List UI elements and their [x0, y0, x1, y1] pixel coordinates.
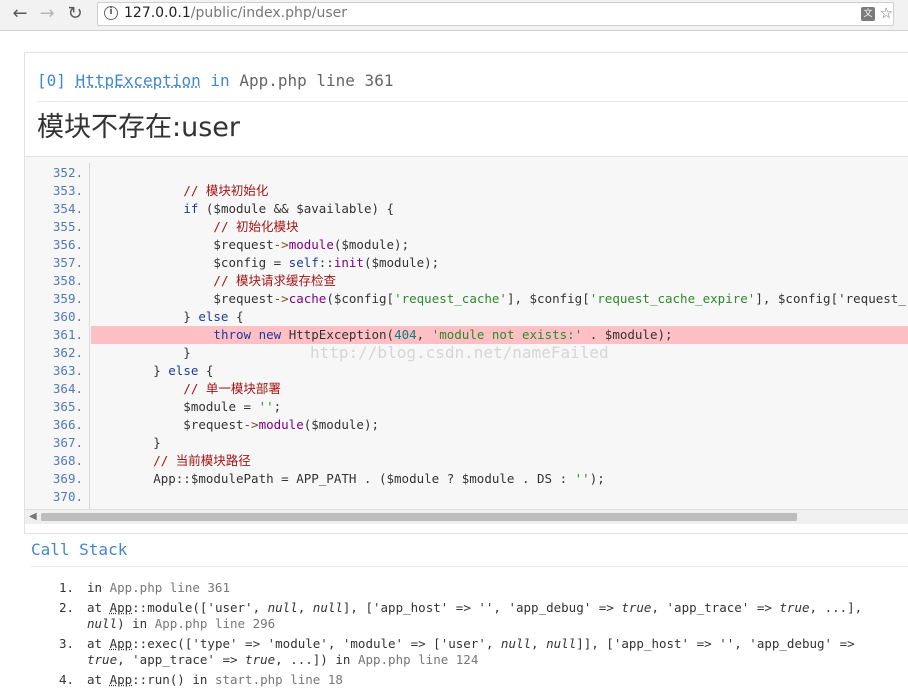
- exception-index: [0]: [37, 71, 66, 90]
- code-line: 363. } else {: [25, 362, 908, 380]
- url-host: 127.0.0.1: [124, 5, 191, 21]
- exception-message: 模块不存在:user: [37, 112, 240, 143]
- call-stack-number: 2.: [58, 600, 74, 615]
- line-number: 361.: [52, 327, 83, 342]
- star-icon[interactable]: ☆: [880, 4, 893, 22]
- code-text: // 模块初始化: [183, 183, 269, 198]
- line-number: 364.: [52, 381, 83, 396]
- code-line: 352.: [25, 164, 908, 182]
- line-number: 365.: [52, 399, 83, 414]
- code-line: 354. if ($module && $available) {: [25, 200, 908, 218]
- call-stack-title: Call Stack: [31, 540, 128, 559]
- forward-arrow-icon[interactable]: →: [36, 3, 58, 25]
- scroll-thumb[interactable]: [41, 513, 797, 521]
- line-number: 369.: [52, 471, 83, 486]
- line-number: 352.: [52, 165, 83, 180]
- back-arrow-icon[interactable]: ←: [9, 3, 31, 25]
- url-path: /public/index.php/user: [190, 5, 348, 21]
- code-text: }: [93, 345, 191, 360]
- line-number: 366.: [52, 417, 83, 432]
- call-stack-divider: [31, 566, 908, 567]
- call-stack-text: in App.php line 361: [87, 580, 230, 595]
- exception-class-link[interactable]: HttpException: [76, 71, 201, 90]
- code-text: $config = self::init($module);: [93, 255, 440, 270]
- line-number: 358.: [52, 273, 83, 288]
- code-line: 355. // 初始化模块: [25, 218, 908, 236]
- call-stack-text: at App::run() in start.php line 18: [87, 672, 343, 687]
- code-text: $module = '';: [93, 399, 282, 414]
- line-number: 367.: [52, 435, 83, 450]
- code-line: 359. $request->cache($config['request_ca…: [25, 290, 908, 308]
- line-number: 368.: [52, 453, 83, 468]
- code-text: if ($module && $available) {: [183, 201, 395, 216]
- code-line: 367. }: [25, 434, 908, 452]
- address-bar[interactable]: i 127.0.0.1/public/index.php/user 文 ☆: [97, 2, 894, 26]
- line-number: 356.: [52, 237, 83, 252]
- code-line: 357. $config = self::init($module);: [25, 254, 908, 272]
- scroll-left-icon[interactable]: ◀: [29, 511, 37, 522]
- code-line: 365. $module = '';: [25, 398, 908, 416]
- url-text[interactable]: 127.0.0.1/public/index.php/user: [124, 5, 347, 21]
- code-line: 368. // 当前模块路径: [25, 452, 908, 470]
- exception-panel: [0] HttpException in App.php line 361 模块…: [24, 52, 908, 534]
- code-line: 353. // 模块初始化: [25, 182, 908, 200]
- code-text: throw new HttpException(404, 'module not…: [213, 327, 673, 342]
- code-text: $request->module($module);: [93, 237, 410, 252]
- code-line: 370.: [25, 488, 908, 506]
- line-number: 363.: [52, 363, 83, 378]
- code-line: 364. // 单一模块部署: [25, 380, 908, 398]
- header-divider: [37, 101, 908, 102]
- code-text: // 单一模块部署: [183, 381, 281, 396]
- exception-in-word: in: [210, 71, 230, 90]
- line-number: 362.: [52, 345, 83, 360]
- line-number: 359.: [52, 291, 83, 306]
- call-stack-number: 1.: [58, 580, 74, 595]
- code-line-highlighted: 361. throw new HttpException(404, 'modul…: [25, 326, 908, 344]
- code-line: 366. $request->module($module);: [25, 416, 908, 434]
- call-stack-number: 3.: [58, 636, 74, 651]
- line-number: 354.: [52, 201, 83, 216]
- line-number: 357.: [52, 255, 83, 270]
- call-stack-text: at App::exec(['type' => 'module', 'modul…: [87, 636, 863, 667]
- code-text: // 当前模块路径: [153, 453, 251, 468]
- code-text: // 模块请求缓存检查: [213, 273, 336, 288]
- code-text: $request->module($module);: [93, 417, 379, 432]
- code-text: } else {: [93, 309, 244, 324]
- call-stack-text: at App::module(['user', null, null], ['a…: [87, 600, 870, 631]
- code-text: // 初始化模块: [213, 219, 299, 234]
- browser-toolbar: ← → ↻ i 127.0.0.1/public/index.php/user …: [0, 0, 908, 31]
- line-number: 353.: [52, 183, 83, 198]
- code-line: 356. $request->module($module);: [25, 236, 908, 254]
- source-code-view: 352. 353. // 模块初始化 354. if ($module && $av…: [25, 157, 908, 509]
- code-text: $request->cache($config['request_cache']…: [93, 291, 906, 306]
- exception-location: App.php line 361: [239, 71, 394, 90]
- code-line: 369. App::$modulePath = APP_PATH . ($mod…: [25, 470, 908, 488]
- code-line: 360. } else {: [25, 308, 908, 326]
- line-number: 360.: [52, 309, 83, 324]
- reload-icon[interactable]: ↻: [64, 3, 86, 25]
- info-icon[interactable]: i: [104, 6, 118, 20]
- line-number: 355.: [52, 219, 83, 234]
- horizontal-scrollbar[interactable]: ◀: [25, 509, 908, 524]
- code-text: App::$modulePath = APP_PATH . ($module ?…: [93, 471, 605, 486]
- code-text: }: [93, 435, 161, 450]
- call-stack-number: 4.: [58, 672, 74, 687]
- line-number: 370.: [52, 489, 83, 504]
- code-text: } else {: [93, 363, 214, 378]
- exception-info: [0] HttpException in App.php line 361: [37, 71, 393, 90]
- translate-icon[interactable]: 文: [861, 7, 875, 21]
- watermark: http://blog.csdn.net/nameFailed: [310, 343, 609, 362]
- code-line: 358. // 模块请求缓存检查: [25, 272, 908, 290]
